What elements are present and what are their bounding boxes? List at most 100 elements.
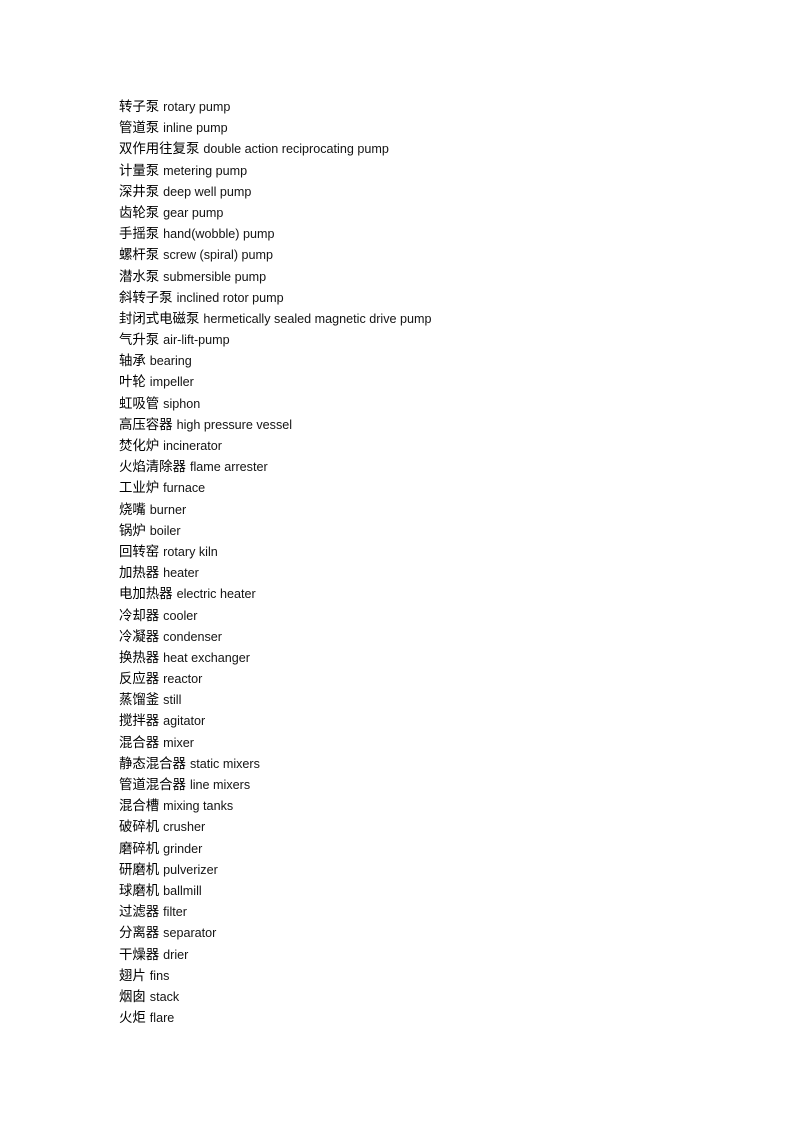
glossary-entry: 球磨机 ballmill (119, 880, 739, 901)
glossary-term-english: mixing tanks (163, 799, 234, 814)
glossary-term-chinese: 深井泵 (119, 184, 160, 200)
glossary-entry: 分离器 separator (119, 922, 739, 943)
glossary-term-chinese: 叶轮 (119, 375, 146, 391)
glossary-term-english: condenser (163, 629, 222, 644)
glossary-term-chinese: 电加热器 (119, 587, 173, 603)
glossary-term-english: inclined rotor pump (176, 290, 284, 305)
glossary-term-english: pulverizer (163, 862, 218, 877)
glossary-entry: 火焰清除器 flame arrester (119, 456, 739, 477)
glossary-term-chinese: 混合器 (119, 735, 160, 751)
glossary-term-chinese: 破碎机 (119, 820, 160, 836)
glossary-entry: 潜水泵 submersible pump (119, 266, 739, 287)
glossary-term-chinese: 静态混合器 (119, 756, 186, 772)
glossary-entry: 加热器 heater (119, 562, 739, 583)
glossary-term-english: incinerator (163, 439, 222, 453)
glossary-term-english: double action reciprocating pump (203, 142, 389, 157)
glossary-term-chinese: 反应器 (119, 672, 160, 688)
glossary-term-english: grinder (163, 841, 203, 856)
glossary-term-english: drier (163, 947, 189, 962)
glossary-term-english: filter (163, 905, 187, 920)
glossary-term-english: flare (149, 1011, 175, 1026)
glossary-term-chinese: 翅片 (119, 968, 146, 984)
glossary-term-english: rotary pump (163, 100, 231, 114)
glossary-entry: 封闭式电磁泵 hermetically sealed magnetic drive… (119, 308, 739, 329)
glossary-entry: 混合槽 mixing tanks (119, 795, 739, 816)
glossary-term-english: line mixers (189, 778, 251, 792)
glossary-entry: 反应器 reactor (119, 668, 739, 689)
glossary-term-english: boiler (149, 523, 181, 538)
glossary-term-english: reactor (163, 672, 203, 687)
glossary-term-chinese: 蒸馏釜 (119, 693, 160, 709)
glossary-term-chinese: 潜水泵 (119, 269, 160, 285)
glossary-entry: 搅拌器 agitator (119, 710, 739, 731)
glossary-entry: 冷却器 cooler (119, 605, 739, 626)
glossary-term-chinese: 球磨机 (119, 883, 160, 899)
glossary-entry: 计量泵 metering pump (119, 160, 739, 181)
glossary-term-chinese: 混合槽 (119, 799, 160, 815)
glossary-entry: 磨碎机 grinder (119, 838, 739, 859)
glossary-term-chinese: 过滤器 (119, 905, 160, 921)
glossary-term-english: electric heater (176, 587, 256, 602)
glossary-entry: 烟囱 stack (119, 986, 739, 1007)
glossary-entry: 轴承 bearing (119, 350, 739, 371)
glossary-term-chinese: 螺杆泵 (119, 248, 160, 264)
glossary-term-chinese: 双作用往复泵 (119, 142, 200, 158)
glossary-entry: 管道泵 inline pump (119, 117, 739, 138)
glossary-term-english: still (163, 693, 182, 708)
glossary-term-english: impeller (149, 375, 194, 390)
glossary-term-english: deep well pump (163, 184, 252, 199)
glossary-term-english: stack (149, 989, 180, 1004)
glossary-term-english: metering pump (163, 163, 248, 178)
glossary-term-chinese: 火焰清除器 (119, 460, 186, 476)
glossary-entry: 过滤器 filter (119, 901, 739, 922)
glossary-term-english: hand(wobble) pump (163, 227, 275, 242)
glossary-entry: 双作用往复泵 double action reciprocating pump (119, 138, 739, 159)
glossary-term-list: 转子泵 rotary pump 管道泵 inline pump 双作用往复泵 double… (119, 96, 739, 1028)
glossary-term-chinese: 干燥器 (119, 947, 160, 963)
glossary-term-chinese: 火炬 (119, 1011, 146, 1027)
glossary-term-english: heat exchanger (163, 650, 250, 665)
glossary-term-english: flame arrester (189, 460, 268, 475)
glossary-term-chinese: 气升泵 (119, 333, 160, 349)
glossary-term-english: fins (149, 968, 170, 983)
glossary-entry: 回转窑 rotary kiln (119, 541, 739, 562)
glossary-term-chinese: 回转窑 (119, 544, 160, 560)
glossary-term-chinese: 虹吸管 (119, 396, 160, 412)
glossary-entry: 静态混合器 static mixers (119, 753, 739, 774)
glossary-entry: 斜转子泵 inclined rotor pump (119, 287, 739, 308)
glossary-term-chinese: 烧嘴 (119, 502, 146, 518)
glossary-entry: 混合器 mixer (119, 732, 739, 753)
glossary-entry: 火炬 flare (119, 1007, 739, 1028)
glossary-entry: 翅片 fins (119, 965, 739, 986)
glossary-term-chinese: 烟囱 (119, 989, 146, 1005)
glossary-term-chinese: 研磨机 (119, 862, 160, 878)
glossary-entry: 电加热器 electric heater (119, 583, 739, 604)
glossary-term-english: bearing (149, 354, 192, 369)
glossary-term-english: crusher (163, 820, 206, 835)
glossary-term-chinese: 加热器 (119, 566, 160, 582)
glossary-term-chinese: 管道混合器 (119, 778, 186, 793)
glossary-entry: 齿轮泵 gear pump (119, 202, 739, 223)
glossary-entry: 叶轮 impeller (119, 371, 739, 392)
glossary-term-english: static mixers (189, 756, 260, 771)
glossary-term-chinese: 高压容器 (119, 417, 173, 433)
glossary-term-chinese: 转子泵 (119, 100, 160, 115)
glossary-entry: 深井泵 deep well pump (119, 181, 739, 202)
glossary-term-english: inline pump (163, 121, 228, 136)
glossary-entry: 气升泵 air-lift-pump (119, 329, 739, 350)
glossary-term-english: high pressure vessel (176, 417, 293, 432)
glossary-term-english: air-lift-pump (163, 333, 230, 348)
glossary-term-chinese: 锅炉 (119, 523, 146, 539)
glossary-entry: 虹吸管 siphon (119, 393, 739, 414)
glossary-entry: 手摇泵 hand(wobble) pump (119, 223, 739, 244)
glossary-entry: 蒸馏釜 still (119, 689, 739, 710)
glossary-term-chinese: 焚化炉 (119, 439, 160, 454)
glossary-term-chinese: 冷凝器 (119, 629, 160, 645)
glossary-term-chinese: 冷却器 (119, 608, 160, 624)
glossary-entry: 破碎机 crusher (119, 816, 739, 837)
glossary-term-chinese: 管道泵 (119, 121, 160, 137)
glossary-term-chinese: 封闭式电磁泵 (119, 311, 200, 327)
glossary-term-chinese: 计量泵 (119, 163, 160, 179)
glossary-term-chinese: 轴承 (119, 354, 146, 370)
glossary-term-english: mixer (163, 735, 194, 750)
